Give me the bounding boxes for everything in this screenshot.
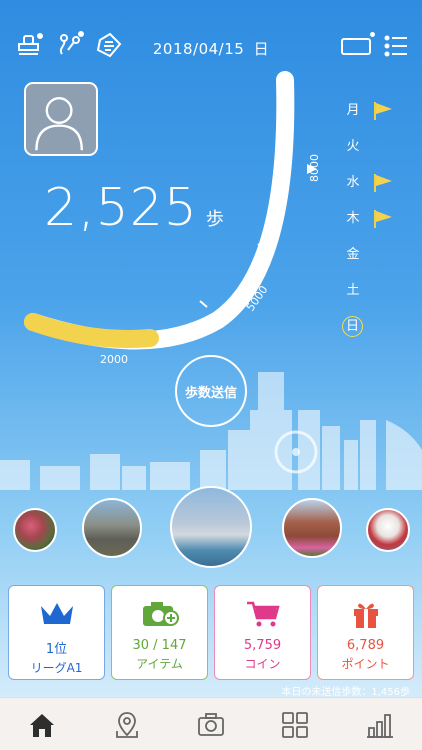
items-value: 30 / 147 — [132, 638, 187, 653]
bottom-nav — [0, 697, 422, 750]
goal-flag-icon — [374, 174, 392, 192]
weekly-goal-list: 月 火 水 木 金 土 日 — [340, 100, 410, 352]
weekday-label: 月 — [346, 103, 360, 118]
stats-row: 1位 リーグA1 30 / 147 アイテム 5,759 コイン 6,789 ポ… — [8, 585, 414, 680]
cart-icon — [246, 601, 280, 627]
items-label: アイテム — [136, 657, 183, 671]
weekday-row: 木 — [340, 208, 410, 244]
tick-label-2000: 2000 — [100, 353, 128, 366]
weekday-label: 水 — [346, 175, 360, 190]
weekday-label-today: 日 — [342, 316, 363, 337]
photo-thumbnail[interactable] — [13, 508, 57, 552]
gauge-fill — [24, 313, 159, 348]
bar-chart-icon — [366, 713, 393, 738]
avatar[interactable] — [24, 82, 98, 156]
weekday-row: 水 — [340, 172, 410, 208]
rank-value: 1位 — [45, 642, 68, 657]
gift-icon — [353, 603, 378, 628]
camera-icon — [198, 712, 224, 736]
camera-plus-icon — [142, 602, 179, 626]
grid-icon — [282, 711, 309, 738]
points-label: ポイント — [341, 657, 390, 671]
points-value: 6,789 — [346, 638, 385, 653]
user-icon — [35, 97, 83, 151]
goal-flag-icon — [374, 102, 392, 120]
weekday-row: 月 — [340, 100, 410, 136]
photo-thumbnail[interactable] — [82, 498, 142, 558]
nav-map[interactable] — [84, 698, 168, 750]
crown-icon — [40, 603, 73, 624]
step-unit: 歩 — [205, 209, 224, 230]
weekday-label: 木 — [346, 211, 360, 226]
step-count: 2,525 歩 — [44, 178, 224, 238]
coins-card[interactable]: 5,759 コイン — [214, 585, 311, 680]
nav-camera[interactable] — [169, 698, 253, 750]
send-steps-button[interactable]: 歩数送信 — [175, 355, 247, 427]
home-icon — [30, 713, 55, 737]
league-value: リーグA1 — [30, 661, 83, 675]
weekday-label: 火 — [346, 139, 360, 154]
step-count-value: 2,525 — [44, 178, 198, 238]
photo-carousel — [0, 482, 422, 578]
photo-thumbnail[interactable] — [282, 498, 342, 558]
nav-stats[interactable] — [338, 698, 422, 750]
weekday-row: 日 — [340, 316, 410, 352]
coins-label: コイン — [244, 657, 281, 671]
photo-thumbnail[interactable] — [366, 508, 410, 552]
weekday-label: 金 — [346, 247, 360, 262]
nav-collection[interactable] — [253, 698, 337, 750]
weekday-row: 金 — [340, 244, 410, 280]
nav-home[interactable] — [0, 698, 84, 750]
app-screen: 2018/04/15 日 2000 5000 8000 2,525 歩 月 火 … — [0, 0, 422, 750]
points-card[interactable]: 6,789 ポイント — [317, 585, 414, 680]
items-card[interactable]: 30 / 147 アイテム — [111, 585, 208, 680]
unsent-steps-text: 本日の未送信歩数：1,456歩 — [281, 687, 410, 698]
weekday-row: 火 — [340, 136, 410, 172]
weekday-label: 土 — [346, 283, 360, 298]
map-pin-icon — [115, 711, 138, 738]
tick-label-8000: 8000 — [308, 154, 321, 182]
league-rank-card[interactable]: 1位 リーグA1 — [8, 585, 105, 680]
coins-value: 5,759 — [243, 638, 282, 653]
weekday-row: 土 — [340, 280, 410, 316]
goal-flag-icon — [374, 210, 392, 228]
photo-thumbnail-selected[interactable] — [170, 486, 252, 568]
